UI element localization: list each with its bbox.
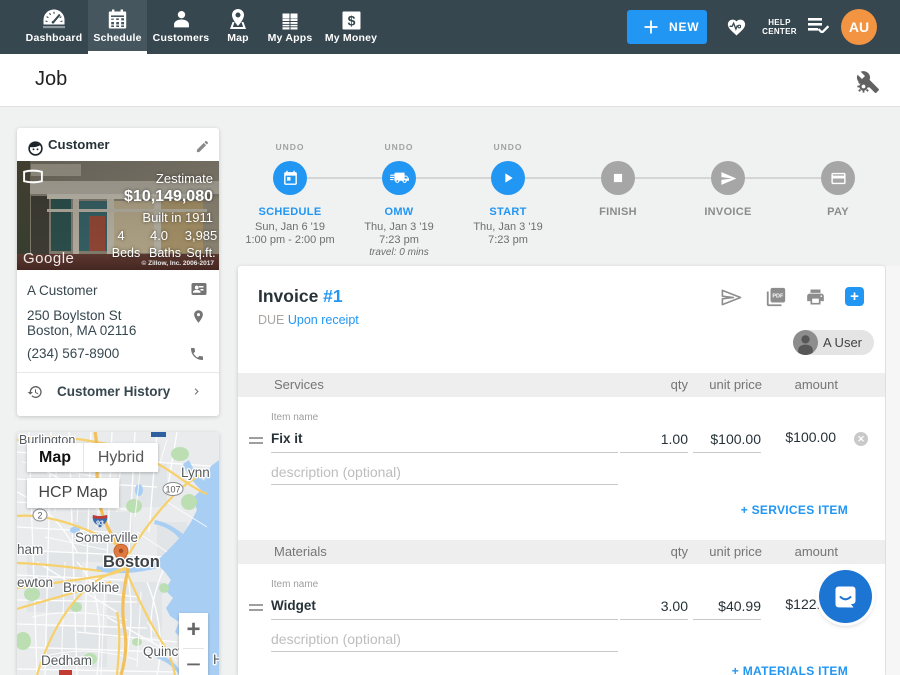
svg-text:ham: ham <box>17 542 43 557</box>
svg-text:ewton: ewton <box>17 575 53 590</box>
svg-text:Hi: Hi <box>213 652 219 667</box>
svg-text:PDF: PDF <box>772 293 784 299</box>
svg-text:2: 2 <box>37 511 42 521</box>
svg-text:107: 107 <box>165 485 180 495</box>
svg-text:$: $ <box>347 13 355 29</box>
svg-text:Somerville: Somerville <box>75 530 138 545</box>
svg-text:Boston: Boston <box>103 553 160 571</box>
svg-text:Lynn: Lynn <box>181 465 210 480</box>
svg-text:93: 93 <box>96 521 104 528</box>
svg-text:Brookline: Brookline <box>63 580 119 595</box>
svg-text:Dedham: Dedham <box>41 653 92 668</box>
